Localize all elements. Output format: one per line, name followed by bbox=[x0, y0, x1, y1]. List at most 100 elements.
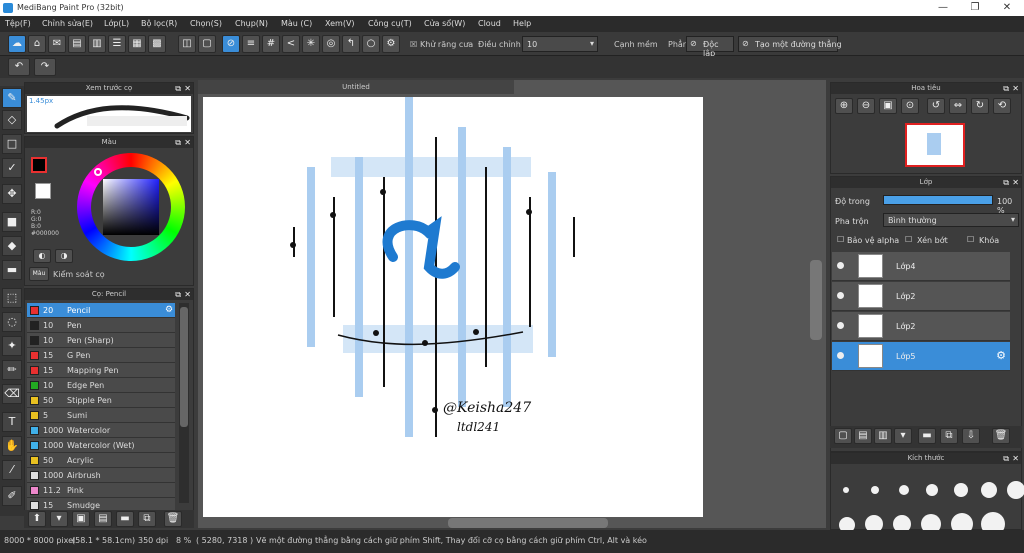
menu-file[interactable]: Tệp(F) bbox=[5, 19, 31, 28]
brush-size-preset[interactable] bbox=[843, 487, 849, 493]
cross-snap-icon[interactable]: # bbox=[262, 35, 280, 53]
rotate-left-icon[interactable]: ↺ bbox=[927, 98, 945, 114]
document-icon[interactable]: ▥ bbox=[88, 35, 106, 53]
print-icon[interactable]: ▤ bbox=[68, 35, 86, 53]
brush-item[interactable]: 5 Sumi bbox=[27, 408, 175, 423]
cloud-icon[interactable]: ☁ bbox=[8, 35, 26, 53]
navigator-thumbnail[interactable] bbox=[905, 123, 965, 167]
close-button[interactable]: ✕ bbox=[992, 1, 1022, 15]
menu-color[interactable]: Màu (C) bbox=[281, 19, 312, 28]
fill-tool-icon[interactable]: ◆ bbox=[2, 236, 22, 256]
visibility-icon[interactable] bbox=[837, 262, 844, 269]
export-brush-icon[interactable]: ▤ bbox=[94, 511, 112, 527]
settings-snap-icon[interactable]: ⚙ bbox=[382, 35, 400, 53]
new-halftone-layer-icon[interactable]: ▤ bbox=[854, 428, 872, 444]
protect-alpha-checkbox[interactable]: ☐ bbox=[837, 235, 844, 244]
independent-button[interactable]: ⊘ Độc lập bbox=[686, 36, 734, 58]
rotate-right-icon[interactable]: ↻ bbox=[971, 98, 989, 114]
magic-wand-icon[interactable]: ✦ bbox=[2, 336, 22, 356]
dot-tool-icon[interactable]: □ bbox=[2, 134, 22, 154]
minimize-button[interactable]: — bbox=[928, 1, 958, 15]
close-icon[interactable]: ✕ bbox=[184, 137, 191, 148]
new-layer-icon[interactable]: ▢ bbox=[834, 428, 852, 444]
layer-row[interactable]: Lớp2 bbox=[832, 312, 1010, 341]
menu-view[interactable]: Xem(V) bbox=[325, 19, 355, 28]
brush-item[interactable]: 11.2 Pink bbox=[27, 483, 175, 498]
gear-icon[interactable]: ⚙ bbox=[165, 305, 173, 315]
shape-icon[interactable]: ◫ bbox=[178, 35, 196, 53]
brush-item[interactable]: 10 Pen (Sharp) bbox=[27, 333, 175, 348]
menu-cloud[interactable]: Cloud bbox=[478, 19, 501, 28]
brush-item[interactable]: 10 Edge Pen bbox=[27, 378, 175, 393]
close-icon[interactable]: ✕ bbox=[1012, 453, 1019, 464]
blend-select[interactable]: Bình thường ▾ bbox=[883, 213, 1019, 227]
brush-size-preset[interactable] bbox=[954, 483, 968, 497]
clip-checkbox[interactable]: ☐ bbox=[905, 235, 912, 244]
create-line-button[interactable]: ⊘ Tạo một đường thẳng bbox=[738, 36, 842, 52]
brush-item[interactable]: 15 G Pen bbox=[27, 348, 175, 363]
trash-icon[interactable]: 🗑 bbox=[992, 428, 1010, 444]
zoom-out-icon[interactable]: ⊖ bbox=[857, 98, 875, 114]
brush-item[interactable]: 1000 Airbrush bbox=[27, 468, 175, 483]
foreground-color[interactable] bbox=[31, 157, 47, 173]
brush-size-preset[interactable] bbox=[981, 482, 997, 498]
layer-row[interactable]: Lớp4 bbox=[832, 252, 1010, 281]
document-tab[interactable]: Untitled bbox=[198, 80, 514, 94]
document-canvas[interactable]: @Keisha247 ltdl241 bbox=[203, 97, 703, 517]
select-pen-icon[interactable]: ✏ bbox=[2, 360, 22, 380]
radial-snap-icon[interactable]: ✳ bbox=[302, 35, 320, 53]
layer-menu-icon[interactable]: ▾ bbox=[894, 428, 912, 444]
menu-filter[interactable]: Bộ lọc(R) bbox=[141, 19, 177, 28]
rect-tool-icon[interactable]: ■ bbox=[2, 212, 22, 232]
layer-row[interactable]: Lớp5 ⚙ bbox=[832, 342, 1010, 371]
reset-icon[interactable]: ⟲ bbox=[993, 98, 1011, 114]
zoom-in-icon[interactable]: ⊕ bbox=[835, 98, 853, 114]
frame-icon[interactable]: ▢ bbox=[198, 35, 216, 53]
text-tool-icon[interactable]: T bbox=[2, 412, 22, 432]
maximize-button[interactable]: ❐ bbox=[960, 1, 990, 15]
duplicate-layer-icon[interactable]: ⧉ bbox=[940, 428, 958, 444]
brush-size-preset[interactable] bbox=[899, 485, 909, 495]
snap-off-icon[interactable]: ⊘ bbox=[222, 35, 240, 53]
list-icon[interactable]: ☰ bbox=[108, 35, 126, 53]
folder-icon[interactable]: ▬ bbox=[918, 428, 936, 444]
layer-row[interactable]: Lớp2 bbox=[832, 282, 1010, 311]
brush-item[interactable]: 50 Acrylic bbox=[27, 453, 175, 468]
canvas-area[interactable]: Untitled @Keisha247 ltdl241 bbox=[198, 80, 826, 528]
vertical-scrollbar[interactable] bbox=[810, 260, 822, 340]
visibility-icon[interactable] bbox=[837, 292, 844, 299]
visibility-icon[interactable] bbox=[837, 322, 844, 329]
brush-tool-icon[interactable]: ✎ bbox=[2, 88, 22, 108]
brush-item[interactable]: 15 Mapping Pen bbox=[27, 363, 175, 378]
menu-help[interactable]: Help bbox=[513, 19, 531, 28]
ellipse-snap-icon[interactable]: ○ bbox=[362, 35, 380, 53]
duplicate-icon[interactable]: ⧉ bbox=[138, 511, 156, 527]
parallel-snap-icon[interactable]: ≡ bbox=[242, 35, 260, 53]
color-palette-icon[interactable]: ◑ bbox=[55, 249, 73, 263]
table-icon[interactable]: ▩ bbox=[148, 35, 166, 53]
hue-handle[interactable] bbox=[94, 168, 102, 176]
brush-size-preset[interactable] bbox=[1007, 481, 1024, 499]
hue-ring[interactable] bbox=[77, 153, 185, 261]
horizontal-scrollbar[interactable] bbox=[448, 518, 608, 528]
brush-control-tab[interactable]: Kiểm soát cọ bbox=[53, 270, 105, 279]
brush-item[interactable]: 1000 Watercolor bbox=[27, 423, 175, 438]
opacity-slider[interactable] bbox=[883, 195, 993, 205]
expand-icon[interactable]: ⧉ bbox=[175, 83, 181, 94]
menu-edit[interactable]: Chỉnh sửa(E) bbox=[42, 19, 93, 28]
close-icon[interactable]: ✕ bbox=[1012, 83, 1019, 94]
brush-item[interactable]: 50 Stipple Pen bbox=[27, 393, 175, 408]
menu-tools[interactable]: Công cụ(T) bbox=[368, 19, 412, 28]
select-eraser-icon[interactable]: ⌫ bbox=[2, 384, 22, 404]
menu-snap[interactable]: Chụp(N) bbox=[235, 19, 268, 28]
color-tab-button[interactable]: Màu bbox=[29, 267, 49, 281]
menu-layer[interactable]: Lớp(L) bbox=[104, 19, 129, 28]
undo-icon[interactable]: ↶ bbox=[8, 58, 30, 76]
background-color[interactable] bbox=[35, 183, 51, 199]
eyedropper-icon[interactable]: ⁄ bbox=[2, 460, 22, 480]
menu-window[interactable]: Cửa sổ(W) bbox=[424, 19, 465, 28]
gradient-tool-icon[interactable]: ▬ bbox=[2, 260, 22, 280]
chat-icon[interactable]: ✉ bbox=[48, 35, 66, 53]
expand-icon[interactable]: ⧉ bbox=[1003, 177, 1009, 188]
expand-icon[interactable]: ⧉ bbox=[175, 137, 181, 148]
